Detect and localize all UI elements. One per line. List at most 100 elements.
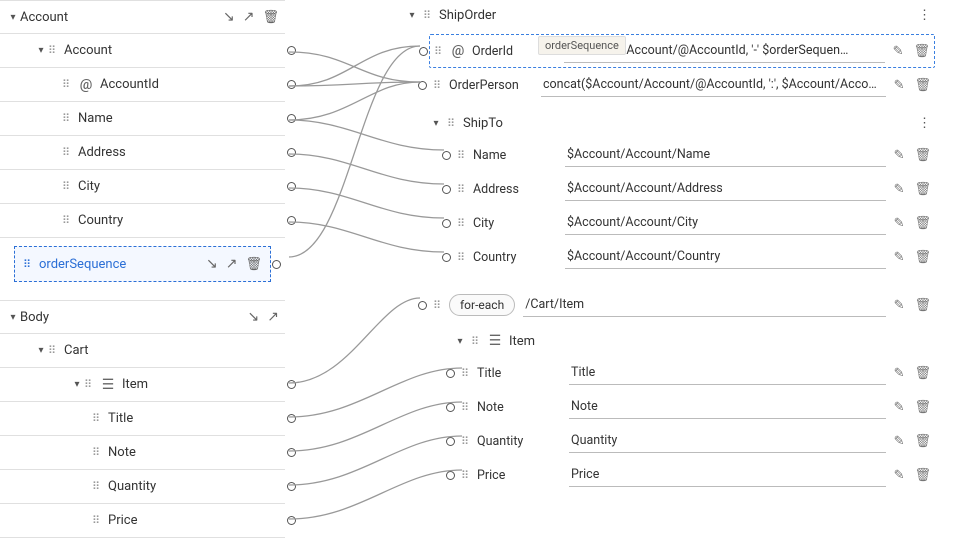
drag-icon[interactable]: ⠿ <box>23 258 35 271</box>
edit-icon[interactable]: ✎ <box>894 250 905 265</box>
field-value[interactable]: /Cart/Item <box>523 293 885 317</box>
connector-out[interactable] <box>287 114 296 123</box>
connector-in[interactable] <box>446 369 455 378</box>
connector-out[interactable] <box>287 380 296 389</box>
drag-icon[interactable]: ⠿ <box>457 217 469 230</box>
collapse-in-icon[interactable]: ↘ <box>206 256 218 272</box>
drag-icon[interactable]: ⠿ <box>62 146 74 159</box>
drag-icon[interactable]: ⠿ <box>62 214 74 227</box>
drag-icon[interactable]: ⠿ <box>461 435 473 448</box>
connector-out[interactable] <box>287 448 296 457</box>
connector-in[interactable] <box>418 301 427 310</box>
connector-in[interactable] <box>446 471 455 480</box>
delete-icon[interactable]: 🗑 <box>914 250 931 265</box>
expand-out-icon[interactable]: ↗ <box>267 309 279 325</box>
delete-icon[interactable]: 🗑 <box>914 78 931 93</box>
mapping-orderid[interactable]: ⠿ @ OrderId con count/Account/@AccountId… <box>429 34 935 68</box>
connector-in[interactable] <box>418 81 427 90</box>
mapping-item-quantity[interactable]: ⠿QuantityQuantity✎🗑 <box>457 424 935 458</box>
chevron-down-icon[interactable]: ▾ <box>405 10 419 21</box>
mapping-for-each[interactable]: ⠿ for-each /Cart/Item ✎🗑 <box>429 288 935 322</box>
chevron-down-icon[interactable]: ▾ <box>70 379 84 390</box>
field-value[interactable]: Price <box>569 463 886 487</box>
connector-out[interactable] <box>287 46 296 55</box>
drag-icon[interactable]: ⠿ <box>48 344 60 357</box>
chevron-down-icon[interactable]: ▾ <box>429 118 443 129</box>
delete-icon[interactable]: 🗑 <box>913 44 930 59</box>
delete-icon[interactable]: 🗑 <box>914 400 931 415</box>
tree-account-root[interactable]: ▾ Account ↘ ↗ 🗑 <box>0 0 285 34</box>
chevron-down-icon[interactable]: ▾ <box>453 336 467 347</box>
edit-icon[interactable]: ✎ <box>894 148 905 163</box>
edit-icon[interactable]: ✎ <box>894 298 905 313</box>
tree-item-note[interactable]: ⠿ Note <box>0 436 285 470</box>
tree-item-title[interactable]: ⠿ Title <box>0 402 285 436</box>
edit-icon[interactable]: ✎ <box>893 44 904 59</box>
drag-icon[interactable]: ⠿ <box>48 44 60 57</box>
tree-field-name[interactable]: ⠿ Name <box>0 102 285 136</box>
collapse-in-icon[interactable]: ↘ <box>248 309 260 325</box>
drag-icon[interactable]: ⠿ <box>84 378 96 391</box>
drag-icon[interactable]: ⠿ <box>461 469 473 482</box>
mapping-item-title[interactable]: ⠿TitleTitle✎🗑 <box>457 356 935 390</box>
drag-icon[interactable]: ⠿ <box>62 78 74 91</box>
connector-in[interactable] <box>442 253 451 262</box>
field-value[interactable]: $Account/Account/City <box>565 211 886 235</box>
delete-icon[interactable]: 🗑 <box>914 182 931 197</box>
drag-icon[interactable]: ⠿ <box>434 45 446 58</box>
connector-out[interactable] <box>287 148 296 157</box>
tree-item-quantity[interactable]: ⠿ Quantity <box>0 470 285 504</box>
more-icon[interactable]: ⋮ <box>914 116 935 131</box>
drag-icon[interactable]: ⠿ <box>457 149 469 162</box>
delete-icon[interactable]: 🗑 <box>914 148 931 163</box>
tree-field-country[interactable]: ⠿ Country <box>0 204 285 238</box>
mapping-item-price[interactable]: ⠿PricePrice✎🗑 <box>457 458 935 492</box>
delete-icon[interactable]: 🗑 <box>914 468 931 483</box>
edit-icon[interactable]: ✎ <box>894 182 905 197</box>
edit-icon[interactable]: ✎ <box>894 78 905 93</box>
tree-body-root[interactable]: ▾ Body ↘ ↗ <box>0 300 285 334</box>
mapping-name[interactable]: ⠿Name$Account/Account/Name✎🗑 <box>453 138 935 172</box>
edit-icon[interactable]: ✎ <box>894 366 905 381</box>
connector-in[interactable] <box>419 47 428 56</box>
connector-in[interactable] <box>442 185 451 194</box>
connector-out[interactable] <box>272 260 281 269</box>
expand-out-icon[interactable]: ↗ <box>243 9 255 25</box>
connector-out[interactable] <box>287 80 296 89</box>
edit-icon[interactable]: ✎ <box>894 400 905 415</box>
tree-item-price[interactable]: ⠿ Price <box>0 504 285 538</box>
expand-out-icon[interactable]: ↗ <box>226 256 238 272</box>
drag-icon[interactable]: ⠿ <box>461 401 473 414</box>
chevron-down-icon[interactable]: ▾ <box>6 12 20 23</box>
drag-icon[interactable]: ⠿ <box>461 367 473 380</box>
drag-icon[interactable]: ⠿ <box>433 299 445 312</box>
target-item-header[interactable]: ▾ ⠿ ☰ Item <box>453 326 935 356</box>
field-value[interactable]: $Account/Account/Country <box>565 245 886 269</box>
drag-icon[interactable]: ⠿ <box>92 480 104 493</box>
edit-icon[interactable]: ✎ <box>894 216 905 231</box>
delete-icon[interactable]: 🗑 <box>914 366 931 381</box>
tree-field-address[interactable]: ⠿ Address <box>0 136 285 170</box>
delete-icon[interactable]: 🗑 <box>914 434 931 449</box>
connector-in[interactable] <box>442 219 451 228</box>
tree-cart[interactable]: ▾ ⠿ Cart <box>0 334 285 368</box>
drag-icon[interactable]: ⠿ <box>92 514 104 527</box>
chevron-down-icon[interactable]: ▾ <box>6 312 20 323</box>
field-value[interactable]: concat($Account/Account/@AccountId, ':',… <box>541 73 886 97</box>
mapping-orderperson[interactable]: ⠿ OrderPerson concat($Account/Account/@A… <box>429 68 935 102</box>
delete-icon[interactable]: 🗑 <box>245 257 262 272</box>
delete-icon[interactable]: 🗑 <box>914 298 931 313</box>
mapping-address[interactable]: ⠿Address$Account/Account/Address✎🗑 <box>453 172 935 206</box>
more-icon[interactable]: ⋮ <box>914 8 935 23</box>
field-value[interactable]: Note <box>569 395 886 419</box>
connector-in[interactable] <box>446 403 455 412</box>
tree-field-city[interactable]: ⠿ City <box>0 170 285 204</box>
drag-icon[interactable]: ⠿ <box>457 251 469 264</box>
target-shipto-header[interactable]: ▾ ⠿ ShipTo ⋮ <box>429 108 935 138</box>
chevron-down-icon[interactable]: ▾ <box>34 45 48 56</box>
drag-icon[interactable]: ⠿ <box>471 335 483 348</box>
connector-out[interactable] <box>287 482 296 491</box>
delete-icon[interactable]: 🗑 <box>262 10 279 25</box>
drag-icon[interactable]: ⠿ <box>92 412 104 425</box>
field-value[interactable]: $Account/Account/Address <box>565 177 886 201</box>
